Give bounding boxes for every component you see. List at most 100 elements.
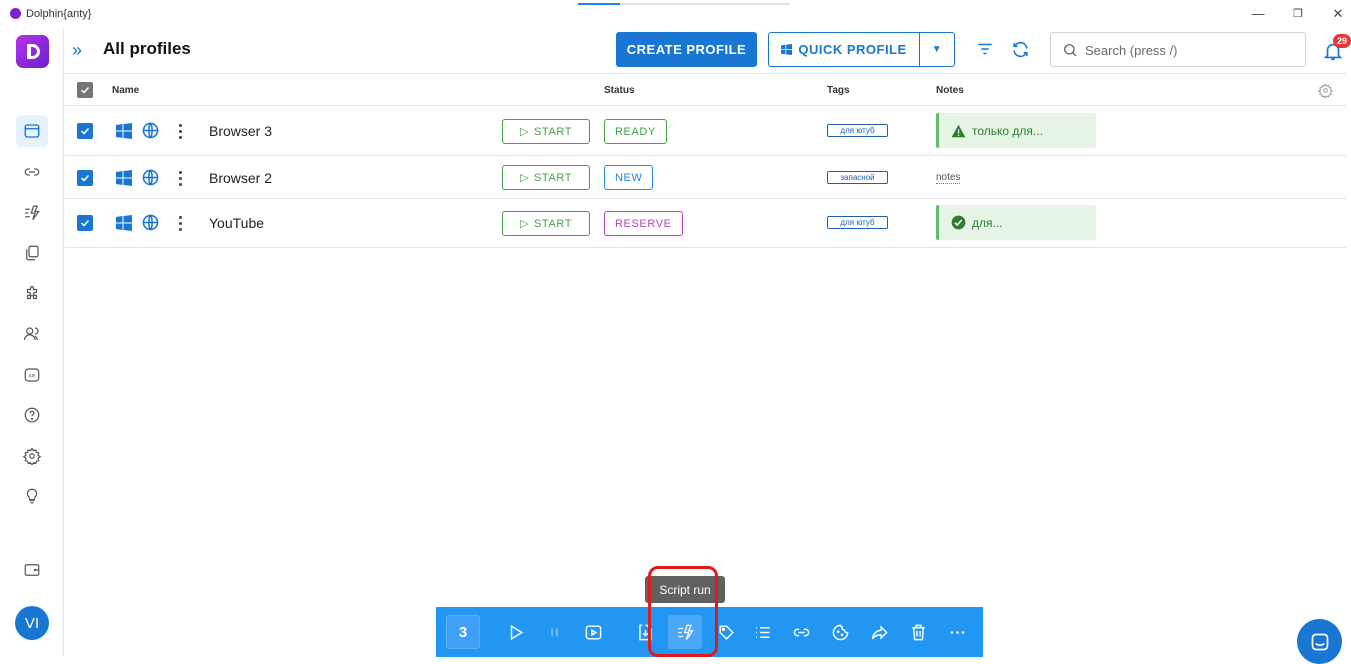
search-input[interactable] <box>1085 39 1295 61</box>
table-row[interactable]: YouTube ▷ START RESERVE для ютуб для... <box>65 199 1346 248</box>
sidebar-item-tips[interactable] <box>16 480 48 512</box>
tag-chip[interactable]: для ютуб <box>827 124 888 137</box>
note-text: только для... <box>972 123 1043 138</box>
note-box[interactable]: только для... <box>936 113 1096 148</box>
start-button[interactable]: ▷ START <box>502 165 590 190</box>
window-play-icon <box>585 624 601 640</box>
sidebar: API VI <box>0 28 64 657</box>
maximize-button[interactable]: ❐ <box>1287 5 1309 23</box>
quick-profile-label: QUICK PROFILE <box>798 42 907 57</box>
start-label: START <box>534 125 573 138</box>
bulk-cookies-button[interactable] <box>828 620 852 644</box>
dolphin-logo-icon[interactable] <box>16 35 49 68</box>
profile-name[interactable]: Browser 2 <box>209 170 272 186</box>
bulk-stop-button[interactable] <box>542 620 566 644</box>
column-header-status[interactable]: Status <box>604 85 635 96</box>
bulk-share-button[interactable] <box>867 620 891 644</box>
globe-icon <box>142 214 159 231</box>
status-badge[interactable]: RESERVE <box>604 211 683 236</box>
windows-icon <box>116 123 132 139</box>
table-row[interactable]: Browser 2 ▷ START NEW запасной notes <box>65 156 1346 199</box>
link-icon <box>793 628 809 636</box>
bulk-show-button[interactable] <box>581 620 605 644</box>
profile-name[interactable]: YouTube <box>209 215 264 231</box>
more-horizontal-icon <box>950 630 964 634</box>
bulk-more-button[interactable] <box>945 620 969 644</box>
user-avatar[interactable]: VI <box>15 606 49 640</box>
bulk-list-button[interactable] <box>750 620 774 644</box>
api-icon: API <box>24 368 40 382</box>
table-header: Name Status Tags Notes <box>65 73 1346 106</box>
refresh-icon <box>1012 41 1028 57</box>
play-icon: ▷ <box>519 172 529 184</box>
select-all-checkbox[interactable] <box>77 82 93 98</box>
sidebar-item-proxies[interactable] <box>16 156 48 188</box>
sidebar-item-settings[interactable] <box>16 440 48 472</box>
check-icon <box>80 219 90 227</box>
sidebar-item-wallet[interactable] <box>16 554 48 586</box>
refresh-button[interactable] <box>1009 38 1031 60</box>
row-checkbox[interactable] <box>77 170 93 186</box>
column-header-tags[interactable]: Tags <box>827 85 850 96</box>
profile-name[interactable]: Browser 3 <box>209 123 272 139</box>
notifications-badge: 29 <box>1333 34 1351 48</box>
note-text[interactable]: notes <box>936 172 961 184</box>
start-label: START <box>534 217 573 230</box>
script-run-icon <box>25 205 40 221</box>
start-button[interactable]: ▷ START <box>502 119 590 144</box>
sidebar-item-help[interactable] <box>16 399 48 431</box>
row-menu-icon[interactable] <box>179 216 183 234</box>
tag-chip[interactable]: для ютуб <box>827 216 888 229</box>
app-logo-icon <box>10 8 21 19</box>
tag-icon <box>718 624 734 640</box>
warning-icon <box>951 124 966 137</box>
svg-text:API: API <box>28 373 35 379</box>
row-checkbox[interactable] <box>77 215 93 231</box>
help-icon <box>24 407 40 423</box>
minimize-button[interactable]: — <box>1247 5 1269 23</box>
quick-profile-dropdown-button[interactable]: ▼ <box>920 33 954 66</box>
expand-sidebar-icon[interactable]: » <box>72 40 82 61</box>
check-circle-icon <box>951 215 966 230</box>
wallet-icon <box>24 564 40 576</box>
play-icon: ▷ <box>519 126 529 138</box>
users-icon <box>23 327 39 341</box>
sidebar-item-users[interactable] <box>16 318 48 350</box>
sidebar-item-api[interactable]: API <box>16 359 48 391</box>
sidebar-item-bookmarks[interactable] <box>16 237 48 269</box>
sidebar-item-extensions[interactable] <box>16 278 48 310</box>
bulk-start-button[interactable] <box>503 620 527 644</box>
check-icon <box>80 127 90 135</box>
support-chat-button[interactable] <box>1297 619 1342 664</box>
bulk-proxy-button[interactable] <box>789 620 813 644</box>
status-badge[interactable]: READY <box>604 119 667 144</box>
start-button[interactable]: ▷ START <box>502 211 590 236</box>
gear-icon <box>23 447 41 465</box>
row-checkbox[interactable] <box>77 123 93 139</box>
filter-icon <box>978 43 992 55</box>
column-settings-gear-icon[interactable] <box>1318 83 1333 98</box>
tag-chip[interactable]: запасной <box>827 171 888 184</box>
share-icon <box>871 624 888 640</box>
column-header-name[interactable]: Name <box>112 85 139 96</box>
row-menu-icon[interactable] <box>179 171 183 189</box>
check-icon <box>80 174 90 182</box>
create-profile-button[interactable]: CREATE PROFILE <box>616 32 757 67</box>
sidebar-item-scenarios[interactable] <box>16 197 48 229</box>
note-box[interactable]: для... <box>936 205 1096 240</box>
close-button[interactable]: ✕ <box>1327 5 1349 23</box>
status-badge[interactable]: NEW <box>604 165 654 190</box>
title-bar-progress <box>578 3 620 5</box>
table-row[interactable]: Browser 3 ▷ START READY для ютуб только д… <box>65 106 1346 156</box>
filter-button[interactable] <box>974 38 996 60</box>
column-header-notes[interactable]: Notes <box>936 85 964 96</box>
puzzle-icon <box>26 285 38 300</box>
bulk-delete-button[interactable] <box>906 620 930 644</box>
windows-icon <box>781 44 793 55</box>
link-icon <box>24 168 40 176</box>
row-menu-icon[interactable] <box>179 124 183 142</box>
play-icon <box>510 624 523 640</box>
sidebar-item-profiles[interactable] <box>16 115 48 147</box>
check-icon <box>80 86 90 94</box>
quick-profile-button[interactable]: QUICK PROFILE <box>769 33 919 66</box>
